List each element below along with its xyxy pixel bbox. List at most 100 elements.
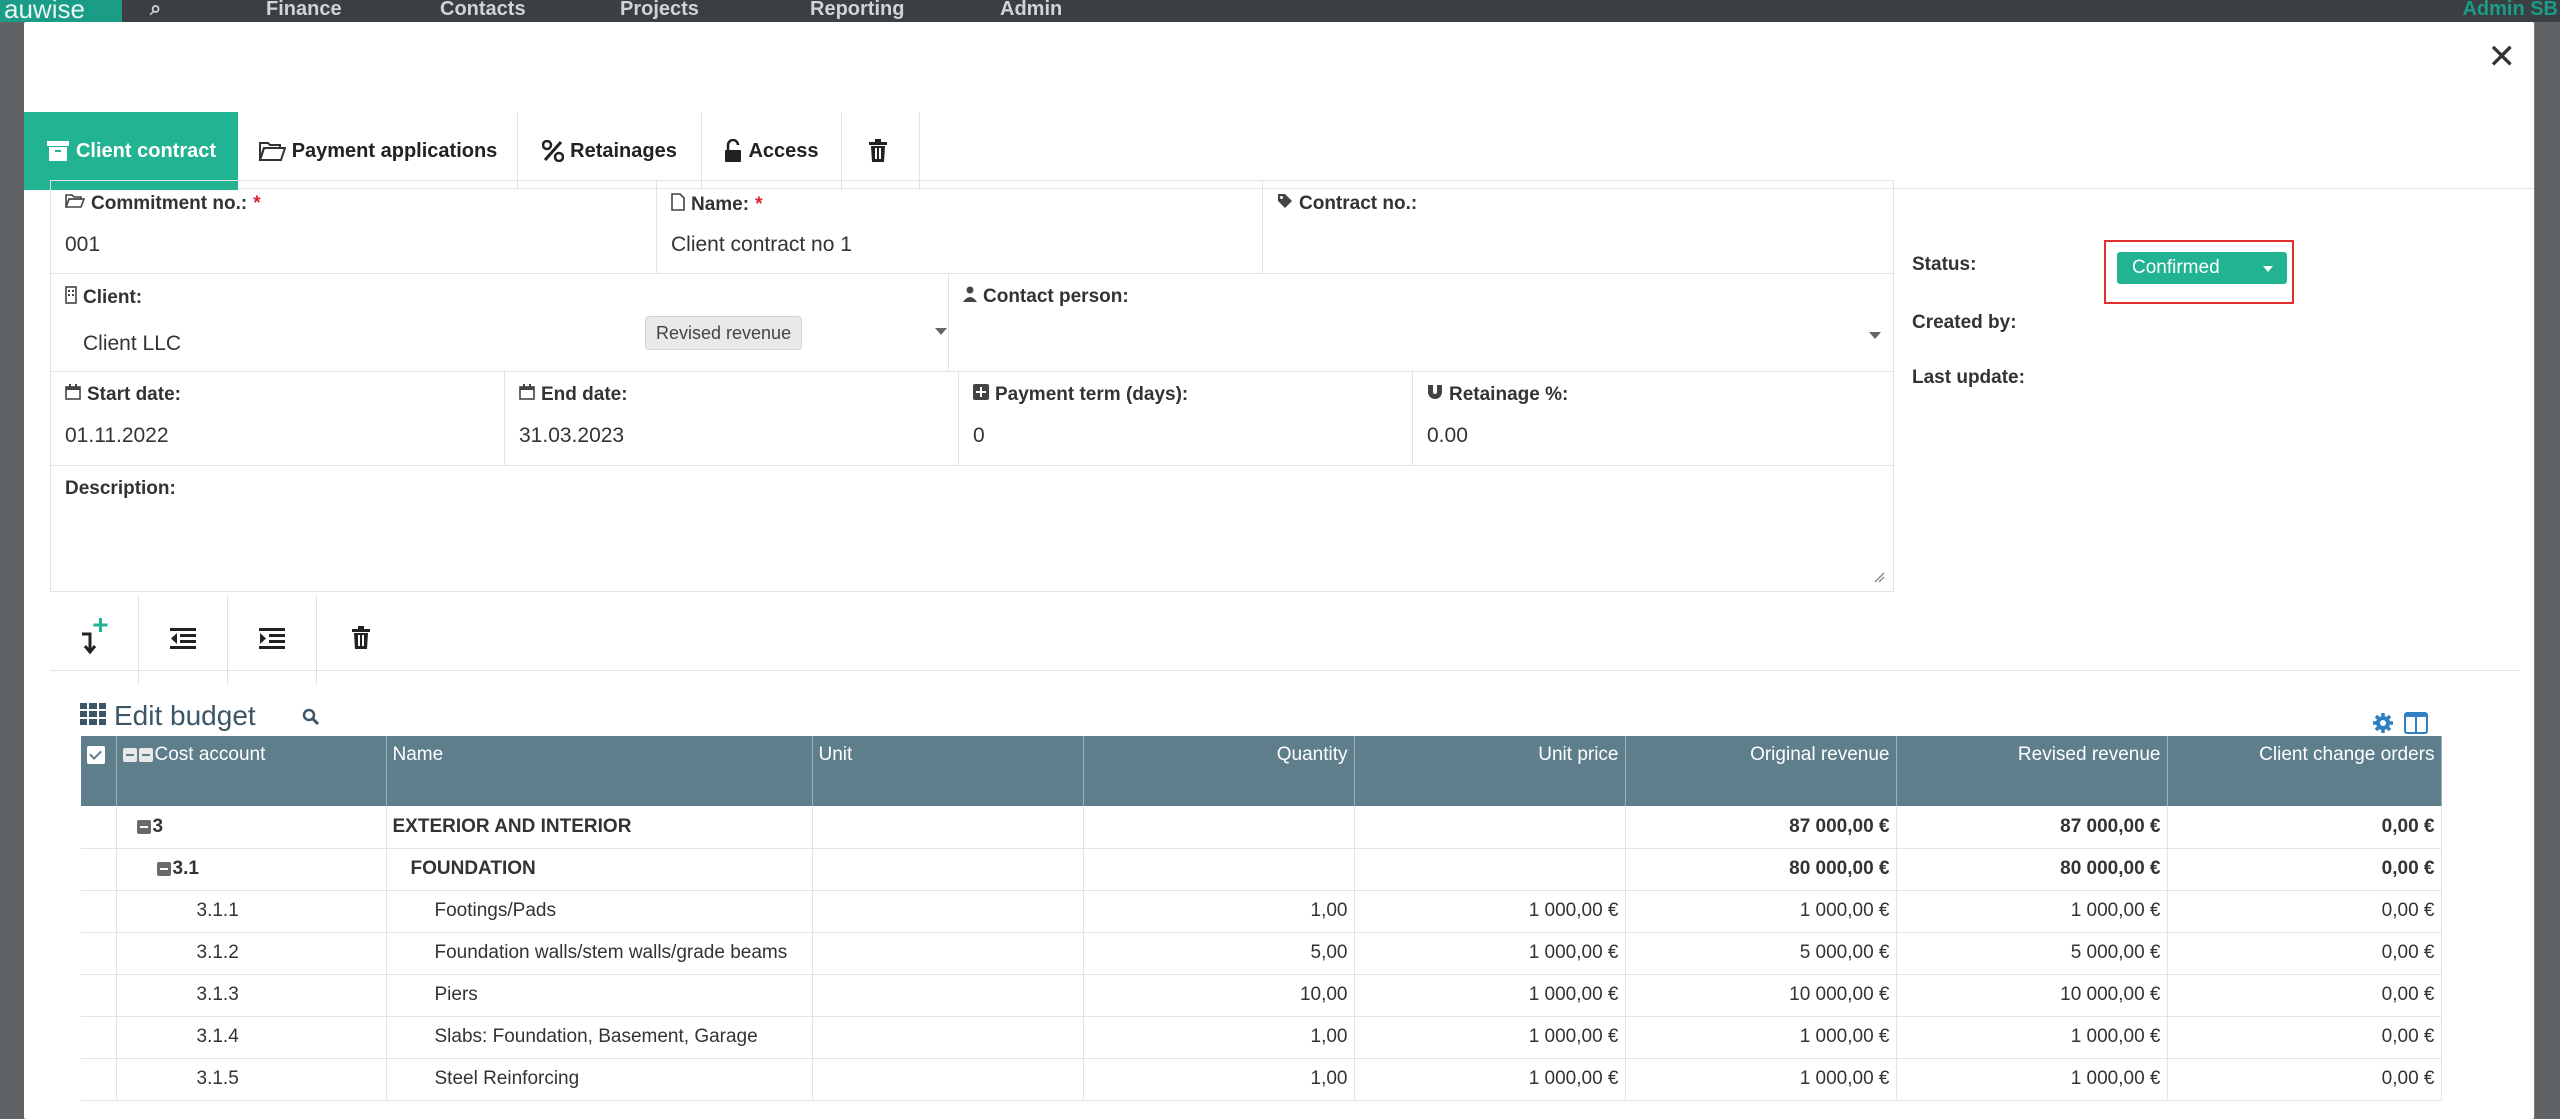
row-select-cell[interactable] [81,974,117,1017]
collapse-icon[interactable] [136,819,151,834]
contact-person-select[interactable]: Contact person: [949,274,1893,371]
change-orders-cell[interactable]: 0,00 € [2167,932,2442,975]
select-all-checkbox[interactable] [81,736,117,806]
name-cell[interactable]: Foundation walls/stem walls/grade beams [386,932,813,975]
name-field[interactable]: Name: * Client contract no 1 [657,181,1263,273]
row-select-cell[interactable] [81,932,117,975]
name-cell[interactable]: FOUNDATION [386,848,813,891]
name-cell[interactable]: Footings/Pads [386,890,813,933]
col-cost-account[interactable]: Cost account [116,736,387,806]
start-date-field[interactable]: Start date: 01.11.2022 [51,372,505,465]
col-original-revenue[interactable]: Original revenue [1625,736,1897,806]
row-select-cell[interactable] [81,890,117,933]
change-orders-cell[interactable]: 0,00 € [2167,890,2442,933]
contract-no-field[interactable]: Contract no.: [1263,181,1893,273]
quantity-cell[interactable]: 1,00 [1083,1016,1355,1059]
revised-revenue-cell[interactable]: 1 000,00 € [1896,1058,2168,1101]
original-revenue-cell[interactable]: 5 000,00 € [1625,932,1897,975]
resize-handle-icon[interactable] [1873,571,1885,583]
col-unit-price[interactable]: Unit price [1354,736,1626,806]
tab-payment-applications[interactable]: Payment applications [238,112,518,190]
quantity-cell[interactable]: 10,00 [1083,974,1355,1017]
original-revenue-cell[interactable]: 87 000,00 € [1625,806,1897,849]
revised-revenue-cell[interactable]: 1 000,00 € [1896,1016,2168,1059]
quantity-cell[interactable]: 5,00 [1083,932,1355,975]
unit-cell[interactable] [812,932,1084,975]
quantity-cell[interactable] [1083,806,1355,849]
original-revenue-cell[interactable]: 1 000,00 € [1625,1058,1897,1101]
col-client-change-orders[interactable]: Client change orders [2167,736,2442,806]
name-cell[interactable]: EXTERIOR AND INTERIOR [386,806,813,849]
cost-account-cell[interactable]: 3.1.1 [116,890,387,933]
collapse-icon[interactable] [138,747,153,762]
unit-price-cell[interactable] [1354,848,1626,891]
revised-revenue-cell[interactable]: 80 000,00 € [1896,848,2168,891]
change-orders-cell[interactable]: 0,00 € [2167,806,2442,849]
col-unit[interactable]: Unit [812,736,1084,806]
cost-account-cell[interactable]: 3.1 [116,848,387,891]
col-name[interactable]: Name [386,736,813,806]
row-select-cell[interactable] [81,1016,117,1059]
retainage-field[interactable]: Retainage %: 0.00 [1413,372,1893,465]
quantity-cell[interactable]: 1,00 [1083,1058,1355,1101]
unit-price-cell[interactable]: 1 000,00 € [1354,932,1626,975]
cost-account-cell[interactable]: 3 [116,806,387,849]
table-row[interactable]: 3.1 FOUNDATION 80 000,00 €80 000,00 €0,00 … [81,848,2442,891]
table-row[interactable]: 3.1.4 Slabs: Foundation, Basement, Garage… [81,1016,2442,1059]
row-select-cell[interactable] [81,1058,117,1101]
name-cell[interactable]: Piers [386,974,813,1017]
original-revenue-cell[interactable]: 1 000,00 € [1625,1016,1897,1059]
revised-revenue-cell[interactable]: 10 000,00 € [1896,974,2168,1017]
unit-price-cell[interactable]: 1 000,00 € [1354,890,1626,933]
payment-term-field[interactable]: Payment term (days): 0 [959,372,1413,465]
tab-client-contract[interactable]: Client contract [24,112,238,190]
columns-icon[interactable] [2404,712,2428,739]
quantity-cell[interactable] [1083,848,1355,891]
original-revenue-cell[interactable]: 10 000,00 € [1625,974,1897,1017]
cost-account-cell[interactable]: 3.1.2 [116,932,387,975]
cost-account-cell[interactable]: 3.1.5 [116,1058,387,1101]
unit-cell[interactable] [812,1058,1084,1101]
tab-delete[interactable] [842,112,920,190]
gear-icon[interactable] [2372,712,2394,739]
original-revenue-cell[interactable]: 1 000,00 € [1625,890,1897,933]
quantity-cell[interactable]: 1,00 [1083,890,1355,933]
unit-cell[interactable] [812,806,1084,849]
change-orders-cell[interactable]: 0,00 € [2167,1058,2442,1101]
tab-access[interactable]: Access [702,112,842,190]
collapse-icon[interactable] [122,747,137,762]
description-field[interactable]: Description: [51,466,1893,591]
change-orders-cell[interactable]: 0,00 € [2167,848,2442,891]
table-row[interactable]: 3.1.5 Steel Reinforcing 1,00 1 000,00 €1 00… [81,1058,2442,1101]
table-row[interactable]: 3.1.2 Foundation walls/stem walls/grade b… [81,932,2442,975]
table-row[interactable]: 3.1.3 Piers 10,00 1 000,00 €10 000,00 €10 0… [81,974,2442,1017]
row-select-cell[interactable] [81,848,117,891]
collapse-icon[interactable] [156,861,171,876]
unit-price-cell[interactable]: 1 000,00 € [1354,974,1626,1017]
close-icon[interactable]: ✕ [2488,40,2517,74]
status-dropdown[interactable]: Confirmed [2117,252,2287,284]
table-row[interactable]: 3 EXTERIOR AND INTERIOR 87 000,00 €87 000,… [81,806,2442,849]
commitment-field[interactable]: Commitment no.: * 001 [51,181,657,273]
end-date-field[interactable]: End date: 31.03.2023 [505,372,959,465]
col-quantity[interactable]: Quantity [1083,736,1355,806]
name-cell[interactable]: Slabs: Foundation, Basement, Garage [386,1016,813,1059]
unit-price-cell[interactable]: 1 000,00 € [1354,1058,1626,1101]
unit-cell[interactable] [812,848,1084,891]
change-orders-cell[interactable]: 0,00 € [2167,1016,2442,1059]
unit-price-cell[interactable]: 1 000,00 € [1354,1016,1626,1059]
unit-cell[interactable] [812,974,1084,1017]
row-select-cell[interactable] [81,806,117,849]
unit-cell[interactable] [812,1016,1084,1059]
revised-revenue-cell[interactable]: 5 000,00 € [1896,932,2168,975]
cost-account-cell[interactable]: 3.1.4 [116,1016,387,1059]
revised-revenue-cell[interactable]: 1 000,00 € [1896,890,2168,933]
cost-account-cell[interactable]: 3.1.3 [116,974,387,1017]
change-orders-cell[interactable]: 0,00 € [2167,974,2442,1017]
revised-revenue-cell[interactable]: 87 000,00 € [1896,806,2168,849]
unit-price-cell[interactable] [1354,806,1626,849]
name-cell[interactable]: Steel Reinforcing [386,1058,813,1101]
client-select[interactable]: Client: Client LLC [51,274,949,371]
col-revised-revenue[interactable]: Revised revenue [1896,736,2168,806]
tab-retainages[interactable]: Retainages [518,112,702,190]
